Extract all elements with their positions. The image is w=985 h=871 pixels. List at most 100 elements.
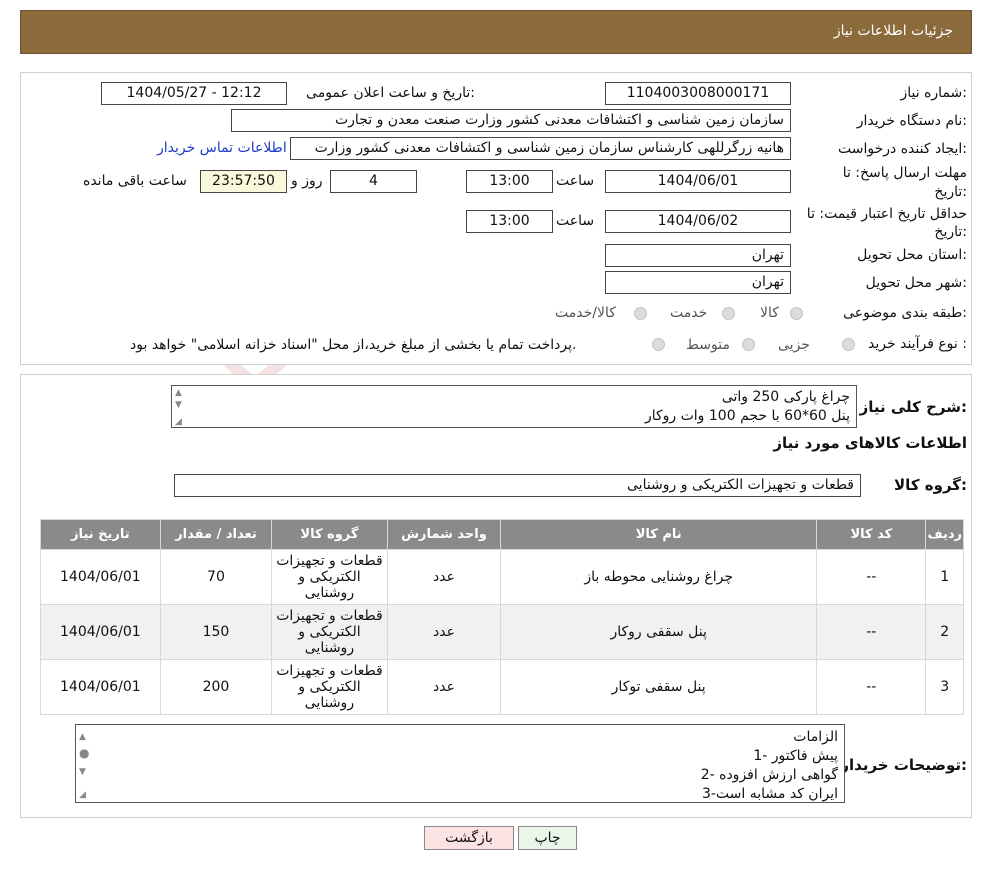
row-index: 1 — [925, 549, 964, 605]
announce-label: تاریخ و ساعت اعلان عمومی: — [306, 85, 475, 101]
row-date: 1404/06/01 — [40, 604, 161, 660]
days-label: روز و — [291, 173, 323, 189]
print-button[interactable]: چاپ — [518, 826, 577, 850]
col-qty-header: تعداد / مقدار — [159, 519, 273, 550]
category-radio-goods-service[interactable] — [634, 307, 647, 320]
table-header-row: ردیف کد کالا نام کالا واحد شمارش گروه کا… — [40, 519, 964, 550]
row-index: 3 — [925, 659, 964, 715]
process-label: نوع فرآیند خرید : — [868, 336, 967, 352]
row-name: پنل سقفی توکار — [500, 659, 818, 715]
remaining-label: ساعت باقی مانده — [83, 173, 187, 189]
page-header: جزئیات اطلاعات نیاز — [20, 10, 972, 54]
row-qty: 70 — [159, 549, 273, 605]
description-label: شرح کلی نیاز: — [859, 398, 967, 416]
category-label: طبقه بندی موضوعی: — [843, 305, 967, 321]
row-name: چراغ روشنایی محوطه باز — [500, 549, 818, 605]
row-date: 1404/06/01 — [40, 659, 161, 715]
process-note: پرداخت تمام یا بخشی از مبلغ خرید،از محل … — [130, 337, 577, 353]
scroll-up-icon[interactable]: ▲ — [175, 388, 182, 398]
page-title: جزئیات اطلاعات نیاز — [833, 23, 953, 39]
resize-grip-icon[interactable]: ◢ — [79, 790, 86, 800]
validity-label: حداقل تاریخ اعتبار قیمت: تا — [806, 206, 967, 222]
buyer-notes-line-2: 1- پیش فاکتور — [753, 748, 838, 764]
goods-table: ردیف کد کالا نام کالا واحد شمارش گروه کا… — [40, 519, 964, 715]
validity-time-label: ساعت — [556, 213, 595, 229]
creator-field: هانیه زرگرللهی کارشناس سازمان زمین شناسی… — [290, 137, 791, 160]
goods-group-field: قطعات و تجهیزات الکتریکی و روشنایی — [174, 474, 861, 497]
back-button[interactable]: بازگشت — [424, 826, 514, 850]
row-unit: عدد — [386, 549, 502, 605]
contact-info-link[interactable]: اطلاعات تماس خریدار — [157, 140, 287, 156]
need-number-label: شماره نیاز: — [900, 85, 967, 101]
validity-label-date: تاریخ: — [934, 224, 967, 240]
row-qty: 200 — [159, 659, 273, 715]
scroll-thumb-icon[interactable]: ● — [79, 747, 89, 759]
col-name-header: نام کالا — [500, 519, 818, 550]
row-qty: 150 — [159, 604, 273, 660]
row-code: -- — [816, 549, 927, 605]
category-option-service: خدمت — [670, 305, 708, 321]
deadline-label: مهلت ارسال پاسخ: تا — [842, 165, 967, 181]
description-line-2: پنل 60*60 با حجم 100 وات روکار — [644, 408, 850, 424]
remaining-time-field: 23:57:50 — [200, 170, 287, 193]
scroll-down-icon[interactable]: ▼ — [175, 400, 182, 410]
validity-date-field: 1404/06/02 — [605, 210, 791, 233]
col-row-header: ردیف — [925, 519, 964, 550]
row-index: 2 — [925, 604, 964, 660]
province-field: تهران — [605, 244, 791, 267]
category-radio-service[interactable] — [722, 307, 735, 320]
buyer-notes-textarea[interactable]: الزامات 1- پیش فاکتور 2- گواهی ارزش افزو… — [75, 724, 845, 803]
table-row: 3 -- پنل سقفی توکار عدد قطعات و تجهیزات … — [40, 659, 964, 715]
row-group: قطعات و تجهیزات الکتریکی و روشنایی — [271, 604, 388, 660]
creator-label: ایجاد کننده درخواست: — [838, 141, 967, 157]
process-option-medium: متوسط — [686, 337, 730, 353]
deadline-time-label: ساعت — [556, 173, 595, 189]
category-option-goods-service: کالا/خدمت — [555, 305, 616, 321]
row-unit: عدد — [386, 604, 502, 660]
category-option-goods: کالا — [760, 305, 779, 321]
row-name: پنل سقفی روکار — [500, 604, 818, 660]
col-date-header: تاریخ نیاز — [40, 519, 161, 550]
goods-section-title: اطلاعات کالاهای مورد نیاز — [773, 434, 967, 452]
row-group: قطعات و تجهیزات الکتریکی و روشنایی — [271, 659, 388, 715]
deadline-label-date: تاریخ: — [934, 184, 967, 200]
row-code: -- — [816, 659, 927, 715]
city-field: تهران — [605, 271, 791, 294]
row-date: 1404/06/01 — [40, 549, 161, 605]
row-group: قطعات و تجهیزات الکتریکی و روشنایی — [271, 549, 388, 605]
row-unit: عدد — [386, 659, 502, 715]
col-code-header: کد کالا — [816, 519, 927, 550]
description-line-1: چراغ پارکی 250 واتی — [721, 389, 850, 405]
deadline-time-field: 13:00 — [466, 170, 553, 193]
buyer-notes-line-1: الزامات — [793, 729, 838, 745]
table-row: 2 -- پنل سقفی روکار عدد قطعات و تجهیزات … — [40, 604, 964, 660]
deadline-date-field: 1404/06/01 — [605, 170, 791, 193]
province-label: استان محل تحویل: — [857, 247, 967, 263]
buyer-notes-line-4: 3-ایران کد مشابه است — [701, 786, 838, 802]
process-radio-treasury[interactable] — [652, 338, 665, 351]
buyer-notes-label: توضیحات خریدار: — [840, 756, 967, 774]
announce-field: 1404/05/27 - 12:12 — [101, 82, 287, 105]
col-group-header: گروه کالا — [271, 519, 388, 550]
city-label: شهر محل تحویل: — [865, 275, 967, 291]
scroll-up-icon[interactable]: ▲ — [79, 732, 86, 742]
resize-grip-icon[interactable]: ◢ — [175, 417, 182, 427]
col-unit-header: واحد شمارش — [386, 519, 502, 550]
buyer-org-label: نام دستگاه خریدار: — [856, 113, 967, 129]
buyer-notes-line-3: 2- گواهی ارزش افزوده — [700, 767, 838, 783]
buyer-notes-scrollbar[interactable]: ▲ ● ▼ ◢ — [76, 725, 92, 802]
scroll-down-icon[interactable]: ▼ — [79, 767, 86, 777]
row-code: -- — [816, 604, 927, 660]
need-number-field: 1104003008000171 — [605, 82, 791, 105]
description-textarea[interactable]: چراغ پارکی 250 واتی پنل 60*60 با حجم 100… — [171, 385, 857, 428]
days-field: 4 — [330, 170, 417, 193]
validity-time-field: 13:00 — [466, 210, 553, 233]
goods-group-label: گروه کالا: — [894, 476, 967, 494]
buyer-org-field: سازمان زمین شناسی و اکتشافات معدنی کشور … — [231, 109, 791, 132]
process-option-minor: جزیی — [778, 337, 810, 353]
process-radio-medium[interactable] — [742, 338, 755, 351]
table-row: 1 -- چراغ روشنایی محوطه باز عدد قطعات و … — [40, 549, 964, 605]
process-radio-minor[interactable] — [842, 338, 855, 351]
category-radio-goods[interactable] — [790, 307, 803, 320]
description-scrollbar[interactable]: ▲ ▼ ◢ — [172, 386, 188, 427]
